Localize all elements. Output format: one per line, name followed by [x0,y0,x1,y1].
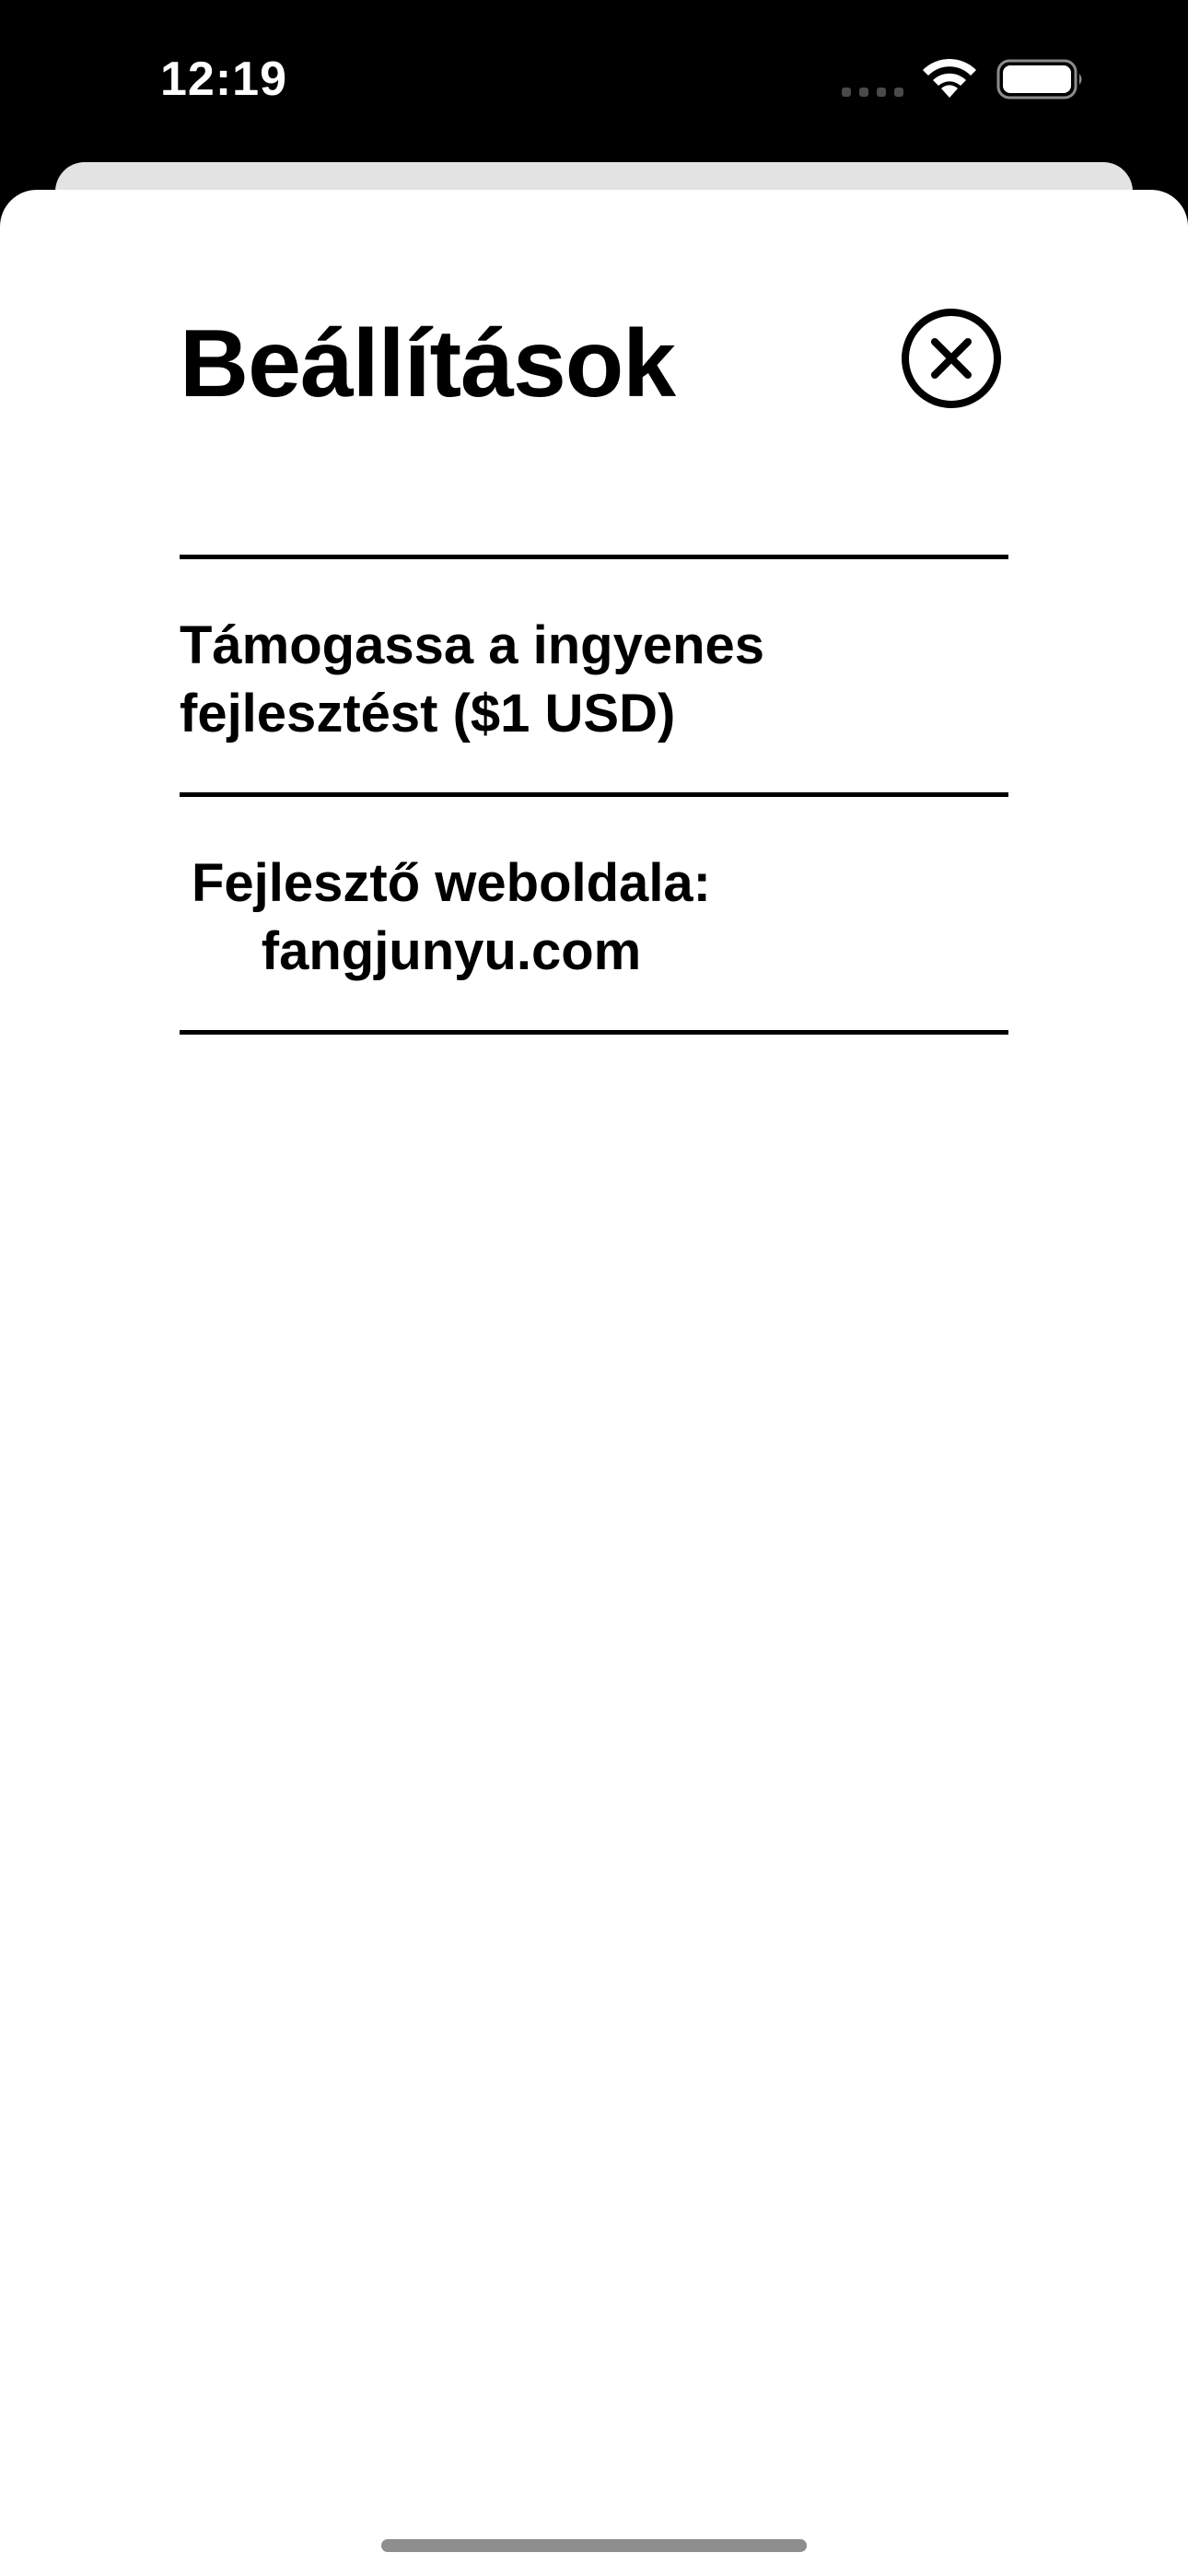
close-button[interactable] [901,308,1002,409]
divider [180,792,1008,797]
cellular-signal-icon [842,88,903,97]
screen: 12:19 Beállítások Támogassa a ingyenes f… [0,0,1188,2576]
developer-website-link[interactable]: Fejlesztő weboldala: fangjunyu.com [180,849,723,986]
divider [180,1030,1008,1035]
divider [180,555,1008,559]
close-circle-icon [902,309,1001,408]
battery-icon [996,59,1082,100]
status-time: 12:19 [160,53,287,106]
wifi-icon [923,58,976,98]
home-indicator[interactable] [381,2539,807,2552]
settings-sheet: Beállítások Támogassa a ingyenes fejlesz… [0,190,1188,2576]
page-title: Beállítások [180,310,676,417]
support-development-button[interactable]: Támogassa a ingyenes fejlesztést ($1 USD… [180,612,1008,748]
status-bar: 12:19 [0,0,1188,157]
